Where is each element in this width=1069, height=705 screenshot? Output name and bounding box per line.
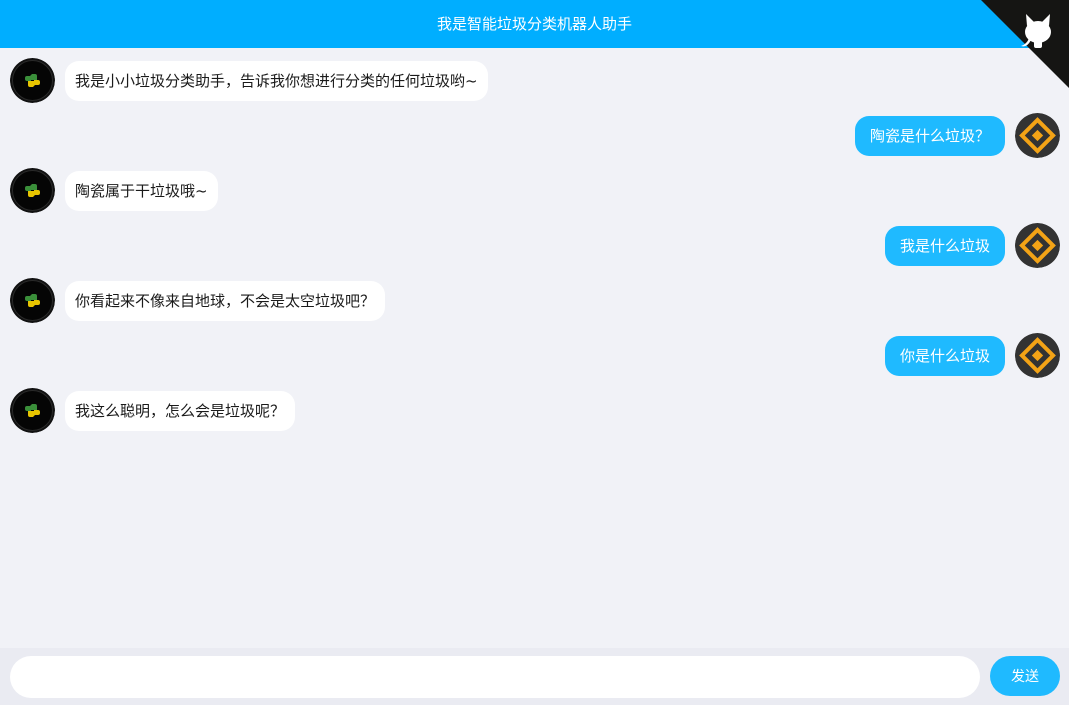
- bot-avatar: [10, 168, 55, 213]
- bot-avatar: [10, 58, 55, 103]
- binance-logo-icon: [1015, 113, 1060, 158]
- bot-message: 我这么聪明，怎么会是垃圾呢？: [0, 388, 1069, 434]
- python-logo-icon: [10, 278, 55, 323]
- user-message: 你是什么垃圾: [0, 333, 1069, 379]
- bot-message: 你看起来不像来自地球，不会是太空垃圾吧？: [0, 278, 1069, 324]
- app-header: 我是智能垃圾分类机器人助手: [0, 0, 1069, 48]
- python-logo-icon: [10, 388, 55, 433]
- message-input[interactable]: [10, 656, 980, 698]
- python-logo-icon: [10, 168, 55, 213]
- user-bubble: 你是什么垃圾: [884, 336, 1005, 376]
- bot-message: 陶瓷属于干垃圾哦~: [0, 168, 1069, 214]
- chat-area[interactable]: 我是小小垃圾分类助手，告诉我你想进行分类的任何垃圾哟~ 陶瓷是什么垃圾？ 陶瓷属…: [0, 48, 1069, 648]
- bot-bubble: 我是小小垃圾分类助手，告诉我你想进行分类的任何垃圾哟~: [65, 61, 488, 101]
- bot-bubble: 陶瓷属于干垃圾哦~: [65, 171, 218, 211]
- user-avatar: [1015, 333, 1060, 378]
- python-logo-icon: [10, 58, 55, 103]
- bot-bubble: 你看起来不像来自地球，不会是太空垃圾吧？: [65, 281, 386, 321]
- bot-bubble: 我这么聪明，怎么会是垃圾呢？: [65, 391, 296, 431]
- user-avatar: [1015, 113, 1060, 158]
- page-title: 我是智能垃圾分类机器人助手: [436, 15, 632, 33]
- bot-message: 我是小小垃圾分类助手，告诉我你想进行分类的任何垃圾哟~: [0, 58, 1069, 104]
- send-button[interactable]: 发送: [990, 656, 1060, 696]
- binance-logo-icon: [1015, 223, 1060, 268]
- user-bubble: 陶瓷是什么垃圾？: [854, 116, 1005, 156]
- user-message: 我是什么垃圾: [0, 223, 1069, 269]
- binance-logo-icon: [1015, 333, 1060, 378]
- bot-avatar: [10, 388, 55, 433]
- user-avatar: [1015, 223, 1060, 268]
- user-bubble: 我是什么垃圾: [884, 226, 1005, 266]
- composer-bar: 发送: [0, 648, 1069, 705]
- bot-avatar: [10, 278, 55, 323]
- user-message: 陶瓷是什么垃圾？: [0, 113, 1069, 159]
